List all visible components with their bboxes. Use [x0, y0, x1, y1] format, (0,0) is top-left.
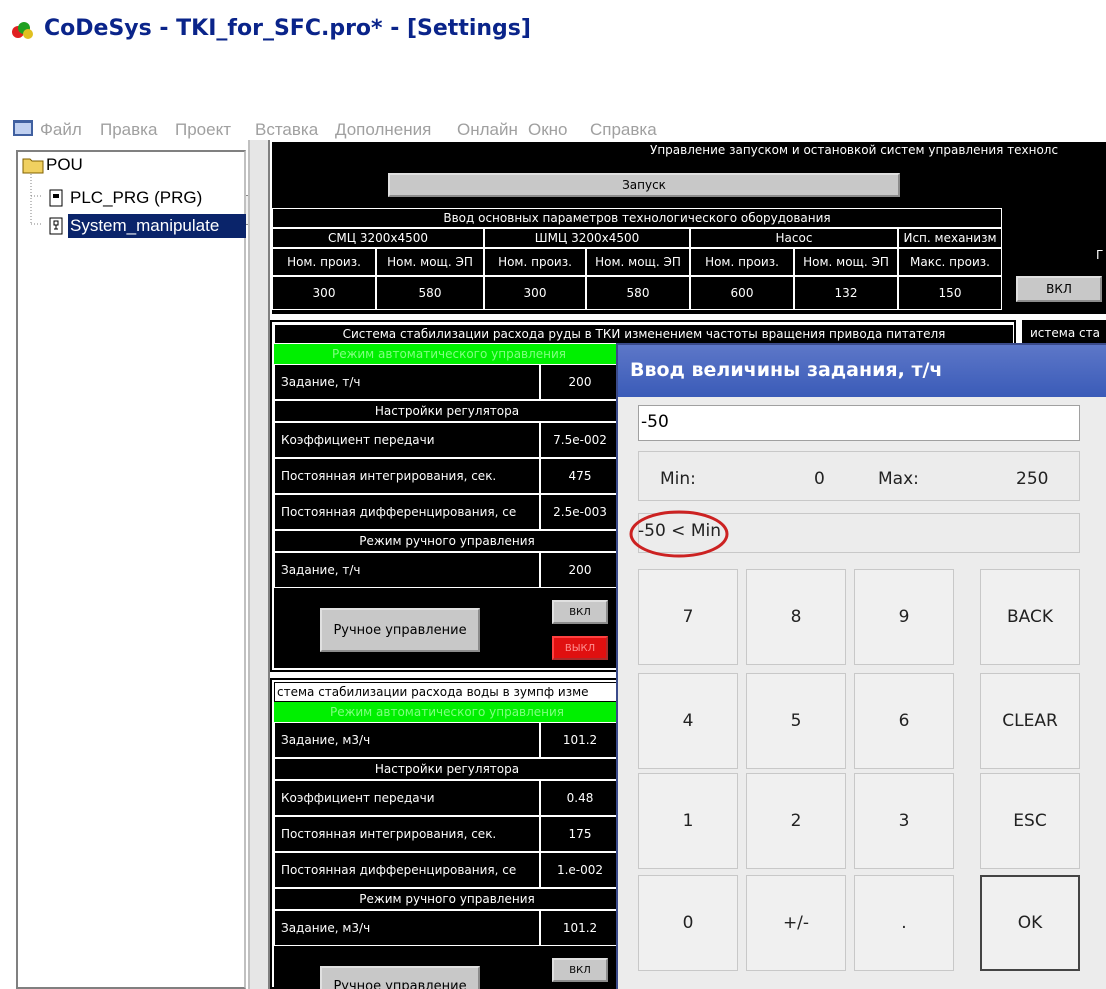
water-setpoint-label: Задание, м3/ч — [274, 722, 540, 758]
water-regulator-settings: Настройки регулятора — [274, 758, 620, 780]
subhead: Ном. мощ. ЭП — [794, 248, 898, 276]
key-esc[interactable]: ESC — [980, 773, 1080, 869]
water-derivative-label: Постоянная дифференцирования, се — [274, 852, 540, 888]
key-3[interactable]: 3 — [854, 773, 954, 869]
params-title: Ввод основных параметров технологическог… — [272, 208, 1002, 228]
water-manual-mode: Режим ручного управления — [274, 888, 620, 910]
key-8[interactable]: 8 — [746, 569, 846, 665]
tree-root-pou[interactable]: POU — [46, 155, 83, 175]
folder-icon — [22, 158, 44, 174]
tree-item-plc-prg[interactable]: PLC_PRG (PRG) — [70, 188, 202, 208]
key-dot[interactable]: . — [854, 875, 954, 971]
toolbar: ST — [0, 95, 1106, 225]
water-manual-button[interactable]: Ручное управление — [320, 966, 480, 989]
water-gain-label: Коэффициент передачи — [274, 780, 540, 816]
subhead: Ном. мощ. ЭП — [376, 248, 484, 276]
value-actuator-max[interactable]: 150 — [898, 276, 1002, 310]
water-manual-setpoint-label: Задание, м3/ч — [274, 910, 540, 946]
water-derivative-value[interactable]: 1.e-002 — [540, 852, 620, 888]
prg-icon — [49, 189, 63, 207]
subhead: Ном. произ. — [690, 248, 794, 276]
key-clear[interactable]: CLEAR — [980, 673, 1080, 769]
ore-manual-button[interactable]: Ручное управление — [320, 608, 480, 652]
subhead: Ном. произ. — [484, 248, 586, 276]
title-bar: CoDeSys - TKI_for_SFC.pro* - [Settings] — [0, 0, 1106, 56]
key-4[interactable]: 4 — [638, 673, 738, 769]
start-button[interactable]: Запуск — [388, 173, 900, 197]
ore-derivative-value[interactable]: 2.5e-003 — [540, 494, 620, 530]
water-auto-mode: Режим автоматического управления — [274, 702, 620, 722]
setpoint-dialog: Ввод величины задания, т/ч -50 Min: 0 Ma… — [616, 343, 1106, 989]
tree-lines — [30, 174, 43, 225]
key-0[interactable]: 0 — [638, 875, 738, 971]
key-7[interactable]: 7 — [638, 569, 738, 665]
group-smc: СМЦ 3200x4500 — [272, 228, 484, 248]
key-back[interactable]: BACK — [980, 569, 1080, 665]
ore-title: Система стабилизации расхода руды в ТКИ … — [274, 324, 1014, 344]
codesys-window: CoDeSys - TKI_for_SFC.pro* - [Settings] … — [0, 0, 1106, 989]
key-9[interactable]: 9 — [854, 569, 954, 665]
splitter[interactable] — [248, 140, 270, 989]
ore-setpoint-label: Задание, т/ч — [274, 364, 540, 400]
key-5[interactable]: 5 — [746, 673, 846, 769]
water-integral-value[interactable]: 175 — [540, 816, 620, 852]
value-shmc-power[interactable]: 580 — [586, 276, 690, 310]
max-label: Max: — [878, 469, 919, 489]
ore-auto-mode: Режим автоматического управления — [274, 344, 624, 364]
vkl-button-top[interactable]: ВКЛ — [1016, 276, 1102, 302]
ore-gain-label: Коэффициент передачи — [274, 422, 540, 458]
max-value: 250 — [1016, 469, 1049, 489]
range-box — [638, 451, 1080, 501]
ore-integral-label: Постоянная интегрирования, сек. — [274, 458, 540, 494]
subhead: Ном. мощ. ЭП — [586, 248, 690, 276]
tree-item-system-manipulate[interactable]: System_manipulate — [70, 216, 246, 236]
subhead: Макс. произ. — [898, 248, 1002, 276]
subhead: Ном. произ. — [272, 248, 376, 276]
menu-bar: Файл Правка Проект Вставка Дополнения Он… — [0, 58, 1106, 139]
water-vkl-button[interactable]: ВКЛ — [552, 958, 608, 982]
value-shmc-prod[interactable]: 300 — [484, 276, 586, 310]
min-label: Min: — [660, 469, 696, 489]
water-gain-value[interactable]: 0.48 — [540, 780, 620, 816]
red-circle-annotation — [629, 510, 729, 558]
value-smc-prod[interactable]: 300 — [272, 276, 376, 310]
side-label: Г — [1096, 248, 1104, 262]
sfc-icon — [49, 217, 63, 235]
water-setpoint-value[interactable]: 101.2 — [540, 722, 620, 758]
key-6[interactable]: 6 — [854, 673, 954, 769]
water-manual-setpoint-value[interactable]: 101.2 — [540, 910, 620, 946]
water-integral-label: Постоянная интегрирования, сек. — [274, 816, 540, 852]
value-pump-prod[interactable]: 600 — [690, 276, 794, 310]
min-value: 0 — [814, 469, 825, 489]
window-title: CoDeSys - TKI_for_SFC.pro* - [Settings] — [44, 16, 531, 41]
key-plus-minus[interactable]: +/- — [746, 875, 846, 971]
key-ok[interactable]: OK — [980, 875, 1080, 971]
water-title: стема стабилизации расхода воды в зумпф … — [274, 682, 620, 702]
group-shmc: ШМЦ 3200x4500 — [484, 228, 690, 248]
value-input[interactable]: -50 — [638, 405, 1080, 441]
top-header: Управление запуском и остановкой систем … — [650, 143, 1059, 157]
ore-integral-value[interactable]: 475 — [540, 458, 620, 494]
ore-setpoint-value[interactable]: 200 — [540, 364, 620, 400]
ore-manual-setpoint-value[interactable]: 200 — [540, 552, 620, 588]
ore-manual-mode: Режим ручного управления — [274, 530, 620, 552]
ore-vkl-button[interactable]: ВКЛ — [552, 600, 608, 624]
ore-manual-setpoint-label: Задание, т/ч — [274, 552, 540, 588]
key-2[interactable]: 2 — [746, 773, 846, 869]
value-pump-power[interactable]: 132 — [794, 276, 898, 310]
ore-regulator-settings: Настройки регулятора — [274, 400, 620, 422]
value-smc-power[interactable]: 580 — [376, 276, 484, 310]
key-1[interactable]: 1 — [638, 773, 738, 869]
ore-side-title: истема ста — [1030, 326, 1100, 340]
ore-derivative-label: Постоянная дифференцирования, се — [274, 494, 540, 530]
codesys-logo-icon — [12, 22, 33, 39]
object-organizer: POU PLC_PRG (PRG) System_manipulate — [16, 150, 246, 989]
ore-gain-value[interactable]: 7.5e-002 — [540, 422, 620, 458]
ore-vykl-button[interactable]: ВЫКЛ — [552, 636, 608, 660]
group-pump: Насос — [690, 228, 898, 248]
dialog-title[interactable]: Ввод величины задания, т/ч — [618, 345, 1106, 397]
dialog-body: -50 Min: 0 Max: 250 -50 < Min 7 8 9 BACK… — [618, 397, 1106, 989]
group-actuator: Исп. механизм — [898, 228, 1002, 248]
